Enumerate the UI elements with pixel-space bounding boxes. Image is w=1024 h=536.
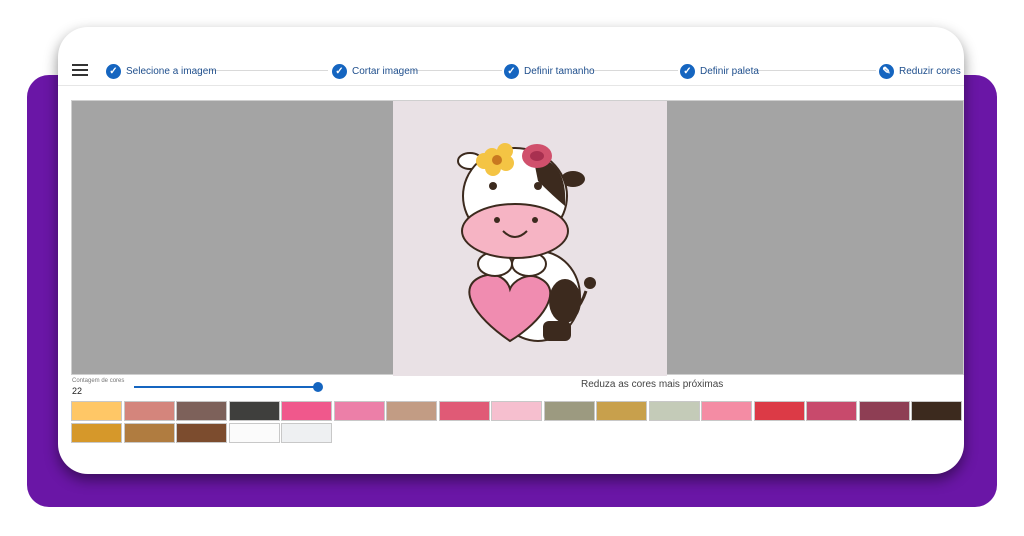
color-swatch[interactable] bbox=[491, 401, 542, 421]
color-swatch[interactable] bbox=[71, 423, 122, 443]
color-swatch[interactable] bbox=[438, 401, 490, 421]
pencil-icon: ✎ bbox=[879, 63, 894, 79]
color-swatch[interactable] bbox=[858, 401, 910, 421]
step-reduce-colors[interactable]: ✎ Reduzir cores bbox=[879, 60, 961, 82]
stepper: ✓ Selecione a imagem ✓ Cortar imagem ✓ D… bbox=[58, 57, 964, 85]
color-swatch[interactable] bbox=[123, 401, 175, 421]
step-define-palette[interactable]: ✓ Definir paleta bbox=[680, 60, 759, 82]
step-label: Selecione a imagem bbox=[126, 65, 217, 77]
check-icon: ✓ bbox=[504, 63, 519, 79]
slider-thumb[interactable] bbox=[313, 382, 323, 392]
color-swatch[interactable] bbox=[333, 401, 385, 421]
color-swatch[interactable] bbox=[71, 401, 122, 421]
color-swatch[interactable] bbox=[123, 423, 175, 443]
reduce-colors-button[interactable]: Reduza as cores mais próximas bbox=[581, 379, 723, 390]
step-connector bbox=[210, 70, 328, 71]
app-window: ✓ Selecione a imagem ✓ Cortar imagem ✓ D… bbox=[58, 27, 964, 474]
step-label: Reduzir cores bbox=[899, 65, 961, 77]
color-swatch[interactable] bbox=[228, 401, 280, 421]
check-icon: ✓ bbox=[680, 63, 695, 79]
color-swatch[interactable] bbox=[596, 401, 647, 421]
color-swatch[interactable] bbox=[281, 423, 332, 443]
color-swatch[interactable] bbox=[176, 423, 227, 443]
color-swatch[interactable] bbox=[806, 401, 857, 421]
color-controls: Contagem de cores 22 Reduza as cores mai… bbox=[71, 377, 964, 399]
color-swatch[interactable] bbox=[386, 401, 437, 421]
hamburger-menu-icon[interactable] bbox=[72, 64, 88, 78]
color-swatch[interactable] bbox=[648, 401, 700, 421]
step-label: Definir tamanho bbox=[524, 65, 595, 77]
color-count-slider[interactable] bbox=[134, 386, 318, 388]
color-swatch[interactable] bbox=[228, 423, 280, 443]
step-connector bbox=[758, 70, 876, 71]
check-icon: ✓ bbox=[332, 63, 347, 79]
step-connector bbox=[412, 70, 502, 71]
color-swatch[interactable] bbox=[281, 401, 332, 421]
header-divider bbox=[58, 85, 964, 86]
color-count-label: Contagem de cores bbox=[72, 378, 125, 384]
image-canvas[interactable] bbox=[71, 100, 964, 376]
check-icon: ✓ bbox=[106, 63, 121, 79]
color-swatch[interactable] bbox=[543, 401, 595, 421]
step-connector bbox=[590, 70, 678, 71]
color-count-value: 22 bbox=[72, 386, 83, 396]
color-swatch[interactable] bbox=[911, 401, 962, 421]
step-label: Definir paleta bbox=[700, 65, 759, 77]
color-swatch[interactable] bbox=[753, 401, 805, 421]
step-define-size[interactable]: ✓ Definir tamanho bbox=[504, 60, 595, 82]
step-label: Cortar imagem bbox=[352, 65, 419, 77]
color-swatch[interactable] bbox=[176, 401, 227, 421]
color-swatch[interactable] bbox=[701, 401, 752, 421]
step-select-image[interactable]: ✓ Selecione a imagem bbox=[106, 60, 217, 82]
step-crop-image[interactable]: ✓ Cortar imagem bbox=[332, 60, 418, 82]
pixel-art-image bbox=[393, 101, 667, 376]
